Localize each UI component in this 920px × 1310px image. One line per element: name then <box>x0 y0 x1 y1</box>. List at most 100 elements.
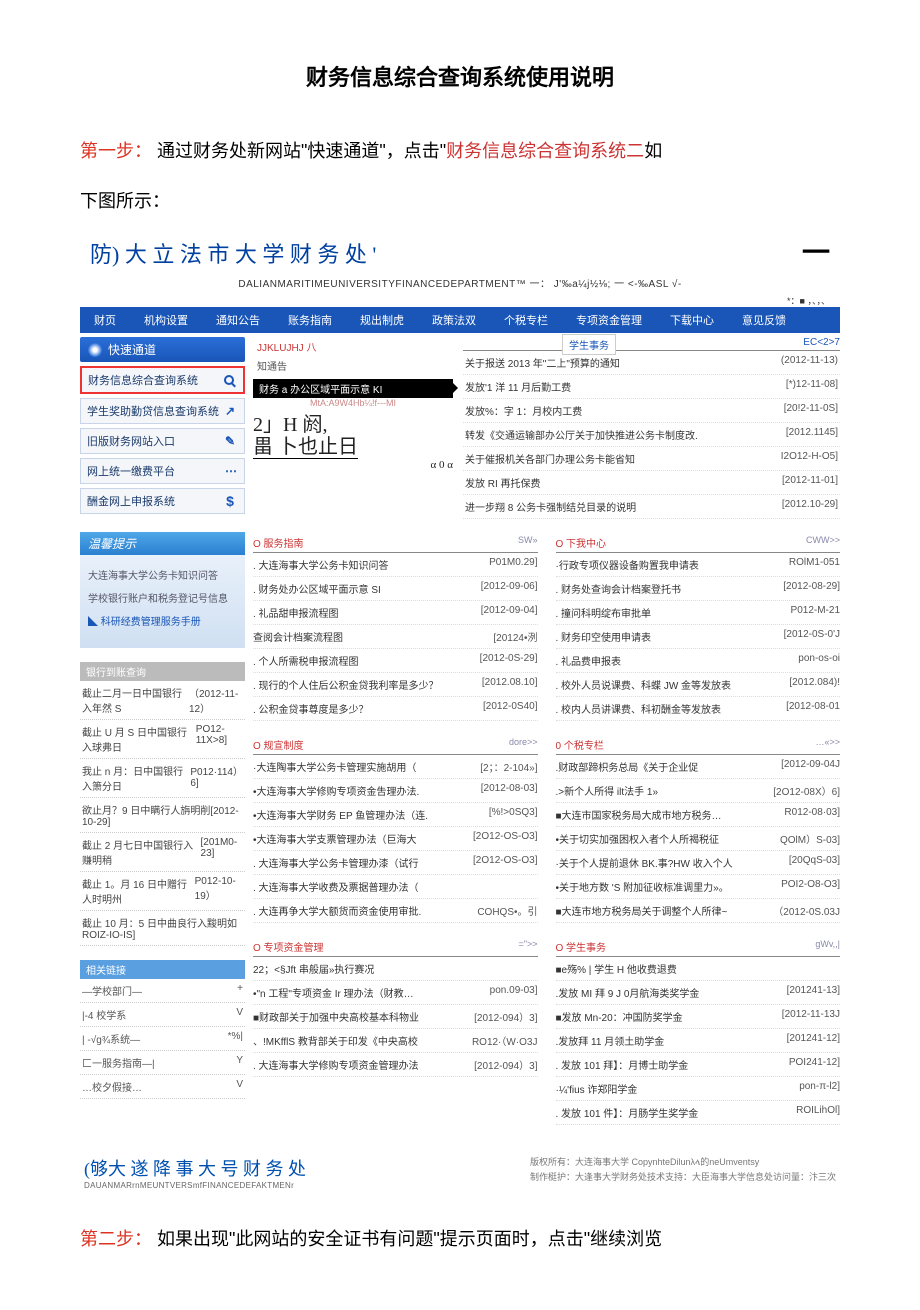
list-item[interactable]: 关于催报机关各部门办理公务卡能省知I2O12-H-O5] <box>463 447 840 471</box>
list-item[interactable]: …校夕假接…V <box>80 1075 245 1099</box>
list-item[interactable]: ·¼'fius 诈郑阳学金pon-π-l2] <box>556 1077 841 1101</box>
list-item[interactable]: ·行政专项仪器设备购置我申请表ROlM1-051 <box>556 553 841 577</box>
nav-fund[interactable]: 专项资金管理 学生事务 <box>562 312 656 328</box>
list-item[interactable]: . 财务印空使用申请表[2012-0S-0'J <box>556 625 841 649</box>
list-item[interactable]: . 校内人员讲课费、科初酬金等发放表[2012-08-01 <box>556 697 841 721</box>
list-item[interactable]: 截止 2 月七日中国银行入赚明稍[201M0-23] <box>80 833 245 872</box>
nav-notice[interactable]: 通知公告 <box>202 312 274 328</box>
bank-header: 银行到账查询 <box>80 662 245 681</box>
sec-download-title: O 下我中心 <box>556 535 607 550</box>
list-item[interactable]: . 大连海事大学修购专项资金管理办法[2012-094）3] <box>253 1053 538 1077</box>
sec-rules-title: O 规宣制度 <box>253 737 304 752</box>
more-link[interactable]: SW» <box>518 535 538 550</box>
list-item[interactable]: ■e殇% | 学生 H 他收费退费 <box>556 957 841 981</box>
list-item[interactable]: 查阅会计档案流程图[20124•洌 <box>253 625 538 649</box>
nav-tax[interactable]: 个税专栏 <box>490 312 562 328</box>
list-item[interactable]: . 财务处查询会计档案登托书[2012-08-29] <box>556 577 841 601</box>
list-item[interactable]: .发放 MI 拜 9 J 0月航海类奖学金[201241-13] <box>556 981 841 1005</box>
list-item[interactable]: 22；<§Jft 串般届»执行赛况 <box>253 957 538 981</box>
list-item[interactable]: 转发《交通运输部办公厅关于加快推进公务卡制度改.[2012.1145] <box>463 423 840 447</box>
quick-salary[interactable]: 酬金网上申报系统 <box>80 488 245 514</box>
step1-label: 第一步： <box>80 141 152 161</box>
nav-home[interactable]: 财页 <box>80 312 130 328</box>
more-link[interactable]: =">> <box>519 939 538 954</box>
list-item[interactable]: . 大连再争大学大额货而资金使用审批.COHQS•。引 <box>253 899 538 923</box>
document-title: 财务信息综合查询系统使用说明 <box>80 60 840 92</box>
notice-bubble-sub: MtA:A9W4Hb¼!f---MI <box>253 398 453 408</box>
step1-link: 财务信息综合查询系统二 <box>446 141 644 161</box>
list-item[interactable]: ■发放 Mn-20：冲国防奖学金[2012-11-13J <box>556 1005 841 1029</box>
list-item[interactable]: .发放拜 11 月领土助学金[201241-12] <box>556 1029 841 1053</box>
globe-icon <box>88 343 102 357</box>
list-item[interactable]: 进一步翔 8 公务卡强制结兑目录的说明[2012.10-29] <box>463 495 840 519</box>
list-item[interactable]: 欲止月？9 日中瞒行人旃明削[2012-10-29] <box>80 798 245 833</box>
more-link[interactable]: CWW>> <box>806 535 840 550</box>
list-item[interactable]: . 公积金贷事尊度是多少？[2012-0S40] <box>253 697 538 721</box>
nav-download[interactable]: 下载中心 <box>656 312 728 328</box>
list-item[interactable]: . 大连海事大学收费及票据普理办法（ <box>253 875 538 899</box>
list-item[interactable]: —学校部门—+ <box>80 979 245 1003</box>
list-item[interactable]: ·关于个人提前退休 BK.事?HW 收入个人[20QqS-03] <box>556 851 841 875</box>
list-item[interactable]: .>新个人所得 ilt法手 1»[2O12-08X）6] <box>556 779 841 803</box>
list-item[interactable]: . 大连海事大学公务卡管理办漆（试行[2O12-OS-O3] <box>253 851 538 875</box>
list-item[interactable]: 、!MKfflS 教背部关于印发《中央高校RO12·（W·O3J <box>253 1029 538 1053</box>
list-item[interactable]: . 校外人员说课费、科蝶 JW 金等发放表[2012.084)! <box>556 673 841 697</box>
list-item[interactable]: | -√g¾系统—*%| <box>80 1027 245 1051</box>
tip-item[interactable]: 大连海事大学公务卡知识问答 <box>88 567 237 582</box>
list-item[interactable]: . 撞问科明绽布审批单P012-M-21 <box>556 601 841 625</box>
list-item[interactable]: •关于地方数 'S 附加征收标准调里力»。POI2-O8-O3] <box>556 875 841 899</box>
list-item[interactable]: 截止 U 月 S 日中国银行入球弗日PO12-11X>8] <box>80 720 245 759</box>
quick-finance-query[interactable]: 财务信息综合查询系统 <box>80 366 245 394</box>
list-item[interactable]: . 大连海事大学公务卡知识问答P01M0.29] <box>253 553 538 577</box>
tip-item[interactable]: ◣ 科研经费管理服务手册 <box>88 613 237 628</box>
list-item[interactable]: |-4 校学系V <box>80 1003 245 1027</box>
list-item[interactable]: . 礼品费申报表pon-os-oi <box>556 649 841 673</box>
list-item[interactable]: 我止 n 月：日中国银行入箫分日P012·114）6] <box>80 759 245 798</box>
list-item[interactable]: •大连海事大学支票管理办法（巨海大[2O12-OS-O3] <box>253 827 538 851</box>
site-subtitle: DALIANMARITIMEUNIVERSITYFINANCEDEPARTMEN… <box>80 275 840 290</box>
quick-old-site[interactable]: 旧版财务网站入口 <box>80 428 245 454</box>
list-item[interactable]: 发放%：字 1：月校内工费[20!2-11-0S] <box>463 399 840 423</box>
list-item[interactable]: •大连海事大学财务 EP 鱼管理办法（连.[%!>0SQ3] <box>253 803 538 827</box>
nav-feedback[interactable]: 意见反馈 <box>728 312 800 328</box>
list-item[interactable]: 发放 RI 再托保费[2012-11-01] <box>463 471 840 495</box>
nav-dropdown-student[interactable]: 学生事务 <box>562 334 616 355</box>
list-item[interactable]: ■大连市国家税务局大成市地方税务…R012-08·03] <box>556 803 841 827</box>
more-link[interactable]: dore>> <box>509 737 538 752</box>
list-item[interactable]: ·大连陶事大学公务卡管理实施胡用（[2；：2-104»] <box>253 755 538 779</box>
list-item[interactable]: •大连海事大学修购专项资金吿理办法.[2012-08-03] <box>253 779 538 803</box>
list-item[interactable]: ■财政部关于加强中央高校基本科物业[2012-094）3] <box>253 1005 538 1029</box>
quick-payment[interactable]: 网上统一缴费平台 <box>80 458 245 484</box>
list-item[interactable]: 截止 1。月 16 日中赠行人时明州P012-10-19） <box>80 872 245 911</box>
list-item[interactable]: .财政部蹄枳务总局《关于企业促[2012-09-04J <box>556 755 841 779</box>
list-item[interactable]: 发放'1 洋 11 月后勤工费[*)12-11-08] <box>463 375 840 399</box>
list-item[interactable]: . 礼品甜申报流程图[2012-09-04] <box>253 601 538 625</box>
list-item[interactable]: 关于报送 2013 年"二上"预算的通知(2012-11-13) <box>463 351 840 375</box>
nav-rules[interactable]: 规出制虎 <box>346 312 418 328</box>
nav-org[interactable]: 机构设置 <box>130 312 202 328</box>
list-item[interactable]: . 财务处办公区域平面示意 SI[2012-09-06] <box>253 577 538 601</box>
more-link[interactable]: …«>> <box>815 737 840 752</box>
list-item[interactable]: 匚一服务指南—|Y <box>80 1051 245 1075</box>
quick-student-aid[interactable]: 学生奖助勤贷信息查询系统 <box>80 398 245 424</box>
nav-policy[interactable]: 政策法双 <box>418 312 490 328</box>
list-item[interactable]: •关于切实加强困权入者个人所褐税征QOlM）S-03] <box>556 827 841 851</box>
sec-fund-title: O 专项资金管理 <box>253 939 324 954</box>
list-item[interactable]: ■大连市地方税务局关于调整个人所律~（2012-0S.03J <box>556 899 841 923</box>
list-item[interactable]: . 现行的个人住后公积金贷我利率是多少？[2012.08.10] <box>253 673 538 697</box>
list-item[interactable]: . 个人所需税申报流程图[2012-0S-29] <box>253 649 538 673</box>
list-item[interactable]: 截止二月一日中国银行入年然 S（2012-11-12） <box>80 681 245 720</box>
quick-access-header: 快速通道 <box>80 337 245 362</box>
bank-list: 截止二月一日中国银行入年然 S（2012-11-12）截止 U 月 S 日中国银… <box>80 681 245 946</box>
nav-guide[interactable]: 账务指南 <box>274 312 346 328</box>
tip-item[interactable]: 学校银行账户和税务登记号信息 <box>88 590 237 605</box>
list-item[interactable]: . 发放 101 件】：月肠学生奖学金ROILihOl] <box>556 1101 841 1125</box>
list-item[interactable]: . 发放 101 拜】：月博士助学金POI241-12] <box>556 1053 841 1077</box>
list-item[interactable]: 截止 10 月：5 日中曲良行入黢明如ROIZ-IO-IS] <box>80 911 245 946</box>
tips-body: 大连海事大学公务卡知识问答 学校银行账户和税务登记号信息 ◣ 科研经费管理服务手… <box>80 555 245 648</box>
notice-small-b: 知通告 <box>253 356 453 375</box>
more-link[interactable]: gWv,,| <box>815 939 840 954</box>
notice-more[interactable]: EC<2>7 <box>803 337 840 348</box>
list-item[interactable]: •"n 工程"专项资金 Ir 理办法（财教…pon.09-03] <box>253 981 538 1005</box>
notice-bubble[interactable]: 财务 a 办公区域平面示意 KI <box>253 379 453 398</box>
